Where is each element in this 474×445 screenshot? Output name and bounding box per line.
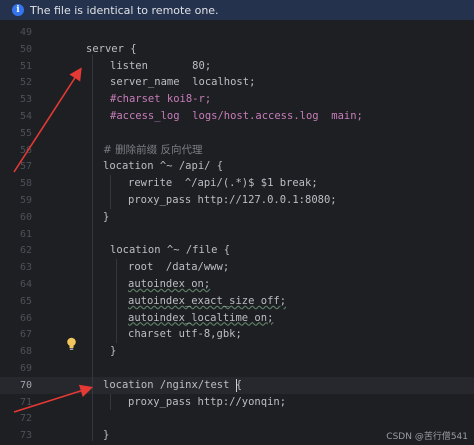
code-line[interactable]: 51 listen 80;	[0, 58, 474, 75]
line-number: 61	[19, 228, 32, 240]
code-line[interactable]: 66 autoindex_localtime on;	[0, 310, 474, 327]
code-line[interactable]: 63 root /data/www;	[0, 259, 474, 276]
indent-guide	[116, 259, 117, 344]
code-line[interactable]: 64 autoindex on;	[0, 276, 474, 293]
code-line[interactable]: 57 location ^~ /api/ {	[0, 158, 474, 175]
line-number: 65	[19, 295, 32, 307]
indent-guide	[110, 393, 111, 411]
code-line[interactable]: 61	[0, 226, 474, 243]
code-text: listen 80;	[110, 59, 212, 72]
line-number: 60	[19, 211, 32, 223]
line-number: 58	[19, 178, 32, 190]
line-number: 67	[19, 329, 32, 341]
info-icon: i	[12, 4, 24, 16]
code-text: location ^~ /api/ {	[103, 160, 224, 173]
line-number: 57	[19, 161, 32, 173]
indent-guide	[92, 54, 93, 442]
banner-message: The file is identical to remote one.	[30, 3, 219, 17]
code-text: }	[110, 345, 117, 358]
line-number: 63	[19, 262, 32, 274]
code-text: }	[103, 429, 110, 442]
line-number: 54	[19, 111, 32, 122]
line-number: 68	[19, 346, 32, 358]
line-number: 62	[19, 245, 32, 257]
code-text: #access_log logs/host.access.log main;	[110, 110, 363, 122]
watermark: CSDN @苦行僧541	[386, 432, 468, 442]
code-text: proxy_pass http://127.0.0.1:8080;	[128, 194, 337, 206]
code-text: location /nginx/test {	[103, 378, 243, 391]
code-line[interactable]: 60}	[0, 209, 474, 226]
code-line[interactable]: 56 # 删除前缀 反向代理	[0, 142, 474, 159]
code-line[interactable]: 70 location /nginx/test {	[0, 376, 474, 394]
code-line[interactable]: 62 location ^~ /file {	[0, 242, 474, 259]
line-number: 69	[19, 363, 32, 374]
code-text: rewrite ^/api/(.*)$ $1 break;	[128, 177, 318, 190]
code-text: server {	[86, 42, 137, 55]
text-caret	[236, 378, 237, 392]
code-text: autoindex_exact_size off;	[128, 294, 287, 307]
code-line[interactable]: 72	[0, 410, 474, 427]
code-line[interactable]: 52 server_name localhost;	[0, 74, 474, 91]
code-line[interactable]: 69	[0, 360, 474, 377]
code-text: charset utf-8,gbk;	[128, 328, 242, 341]
code-line[interactable]: 59 proxy_pass http://127.0.0.1:8080;	[0, 192, 474, 209]
code-text: autoindex_localtime on;	[128, 311, 274, 324]
line-number: 72	[19, 413, 32, 425]
line-number: 64	[19, 279, 32, 290]
code-line[interactable]: 55	[0, 125, 474, 142]
code-line[interactable]: 54 #access_log logs/host.access.log main;	[0, 108, 474, 125]
code-line[interactable]: 71 proxy_pass http://yonqin;	[0, 394, 474, 411]
code-line[interactable]: 49	[0, 24, 474, 41]
line-number: 73	[19, 430, 32, 442]
code-text: #charset koi8-r;	[110, 93, 212, 106]
line-number: 51	[19, 60, 32, 72]
code-line[interactable]: 53 #charset koi8-r;	[0, 91, 474, 108]
line-number: 59	[19, 195, 32, 206]
code-text: # 删除前缀 反向代理	[103, 143, 203, 156]
notification-banner: i The file is identical to remote one.	[0, 0, 474, 20]
line-number: 56	[19, 144, 32, 156]
line-number: 66	[19, 312, 32, 324]
code-text: }	[103, 210, 110, 223]
line-number: 71	[19, 396, 32, 408]
code-line[interactable]: 65 autoindex_exact_size off;	[0, 293, 474, 310]
code-text: proxy_pass http://yonqin;	[128, 395, 287, 408]
line-number: 70	[19, 379, 32, 391]
line-number: 50	[19, 43, 32, 55]
code-line[interactable]: 50 server {	[0, 41, 474, 58]
indent-guide	[110, 175, 111, 209]
line-number: 55	[19, 127, 32, 139]
code-line[interactable]: 58 rewrite ^/api/(.*)$ $1 break;	[0, 175, 474, 192]
code-text: root /data/www;	[128, 261, 230, 274]
code-text: server_name localhost;	[110, 76, 256, 89]
code-text: location ^~ /file {	[110, 244, 231, 257]
lightbulb-icon[interactable]	[66, 337, 77, 351]
code-text: autoindex on;	[128, 278, 211, 290]
line-number: 53	[19, 94, 32, 106]
line-number: 52	[19, 77, 32, 89]
code-editor[interactable]: 49 50 server { 51 listen 80; 52 server_name lo…	[0, 20, 474, 445]
line-number: 49	[19, 27, 32, 38]
